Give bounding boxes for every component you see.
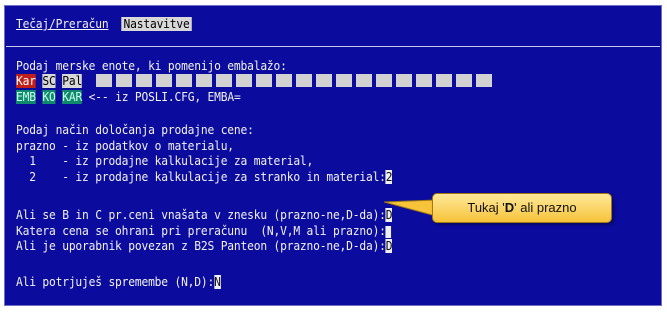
unit-field-4[interactable] [96,74,112,87]
unit-field-19[interactable] [396,74,412,87]
unit-field-11[interactable] [236,74,252,87]
confirm-line: Ali potrjuješ spremembe (N,D):N [16,274,221,290]
callout-tooltip: Tukaj 'D' ali prazno [432,193,612,223]
menu-separator [6,46,660,47]
unit-field-15[interactable] [316,74,332,87]
question-1-label: Ali se B in C pr.ceni vnašata v znesku (… [16,208,386,222]
unit-field-22[interactable] [456,74,472,87]
callout-text-pre: Tukaj ' [467,200,505,215]
units-row-1: Kar SC Pal [16,73,82,89]
unit-field-17[interactable] [356,74,372,87]
pricing-prompt: Podaj način določanja prodajne cene: [16,123,254,137]
unit-field-10[interactable] [216,74,232,87]
unit-field-23[interactable] [476,74,492,87]
question-2: Katera cena se ohrani pri preračunu (N,V… [16,223,392,239]
menu-item-tecaj-preracun[interactable]: Tečaj/Preračun [16,17,109,31]
confirm-field[interactable]: N [214,275,221,289]
unit-field-12[interactable] [256,74,272,87]
unit-field-5[interactable] [116,74,132,87]
unit-field-7[interactable] [156,74,172,87]
unit-field-2[interactable]: SC [42,74,56,88]
unit-field-3[interactable]: Pal [62,74,82,88]
question-2-label: Katera cena se ohrani pri preračunu (N,V… [16,224,386,238]
unit-field-9[interactable] [196,74,212,87]
unit-field-1[interactable]: Kar [16,74,36,88]
unit-field-6[interactable] [136,74,152,87]
terminal-window: Tečaj/Preračun Nastavitve Podaj merske e… [4,5,662,306]
question-1: Ali se B in C pr.ceni vnašata v znesku (… [16,207,393,223]
menu-bar: Tečaj/Preračun Nastavitve [16,16,192,32]
callout-text-post: ' ali prazno [514,200,577,215]
question-3-field[interactable]: D [385,239,393,253]
unit-tag-3: KAR [62,90,83,104]
pricing-method-field[interactable]: 2 [385,170,393,184]
unit-field-13[interactable] [276,74,292,87]
unit-field-8[interactable] [176,74,192,87]
pricing-option-0: prazno - iz podatkov o materialu, [16,139,234,153]
callout-text-bold: D [504,200,515,215]
unit-tag-1: EMB [16,90,36,104]
unit-field-14[interactable] [296,74,312,87]
callout-pointer [384,199,436,217]
unit-field-21[interactable] [436,74,452,87]
pricing-option-2-label: 2 - iz prodajne kalkulacije za stranko i… [16,170,386,184]
units-prompt: Podaj merske enote, ki pomenijo embalažo… [16,59,287,73]
units-source-note: <-- iz POSLI.CFG, EMBA= [88,90,241,104]
pricing-option-1: 1 - iz prodajne kalkulacije za material, [16,154,314,168]
unit-tag-2: KO [42,90,56,104]
unit-field-18[interactable] [376,74,392,87]
confirm-label: Ali potrjuješ spremembe (N,D): [16,275,215,289]
units-row-2: EMB KO KAR <-- iz POSLI.CFG, EMBA= [16,89,241,105]
unit-field-20[interactable] [416,74,432,87]
unit-field-16[interactable] [336,74,352,87]
menu-item-nastavitve[interactable]: Nastavitve [121,17,192,31]
question-2-field[interactable] [385,225,392,238]
question-3: Ali je uporabnik povezan z B2S Panteon (… [16,238,393,254]
pricing-option-2: 2 - iz prodajne kalkulacije za stranko i… [16,169,393,185]
question-3-label: Ali je uporabnik povezan z B2S Panteon (… [16,239,386,253]
